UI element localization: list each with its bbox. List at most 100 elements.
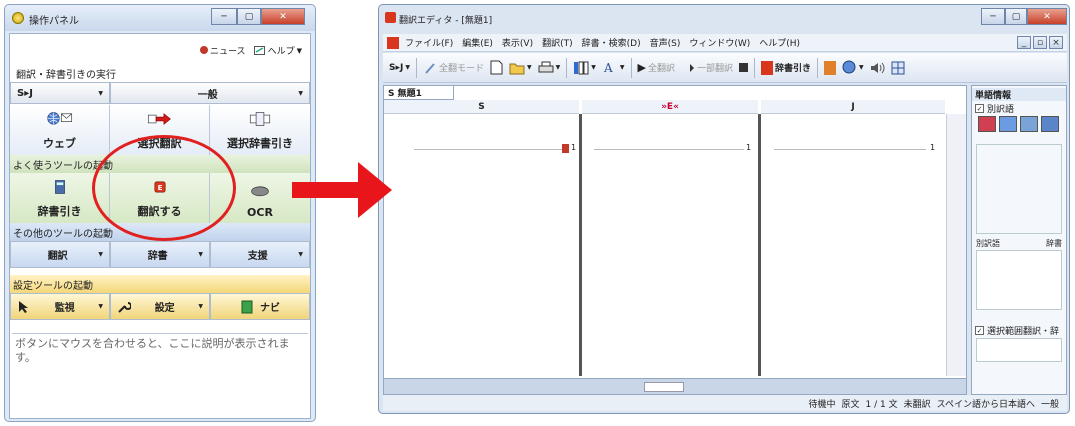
toolbar-separator [566,57,568,78]
grid-icon [891,61,905,74]
columns-icon [574,61,589,74]
mdi-minimize-button[interactable]: _ [1017,36,1031,49]
word-tool-icon[interactable] [999,116,1017,132]
editor-window-controls: ─ ▢ ✕ [981,8,1067,25]
partial-translate-button[interactable]: 一部翻訳 [681,58,733,78]
scanner-icon [251,186,269,197]
speaker-button[interactable] [870,58,885,78]
menu-translate[interactable]: 翻訳(T) [542,36,573,49]
font-button[interactable]: A ▼ [602,58,625,78]
sentence-line [414,149,564,150]
minimize-button[interactable]: ─ [211,8,237,25]
stop-button[interactable] [739,58,748,78]
partial-translate-icon [681,63,694,72]
alt-translation-check[interactable]: ✓ 別訳語 [972,102,1014,115]
vertical-scrollbar[interactable] [946,114,966,376]
other-buttons-row: 翻訳 ▼ 辞書 ▼ 支援 ▼ [10,241,310,268]
print-button[interactable]: ▼ [538,58,560,78]
document-area[interactable]: S 無題1 S »E« J 1 1 1 [383,85,967,395]
sentence-line [594,149,744,150]
translate-tools-menu[interactable]: 翻訳 ▼ [10,241,110,268]
web-button[interactable]: ウェブ [10,105,110,155]
checkbox[interactable]: ✓ [975,104,984,113]
full-translate-mode-button[interactable]: 全翻モード [423,58,484,78]
flag-button[interactable] [824,58,837,78]
dictionary-tools-menu[interactable]: 辞書 ▼ [110,241,210,268]
range-translate-box[interactable] [976,338,1062,362]
help-icon [253,46,265,55]
word-tool-icon[interactable] [978,116,996,132]
mdi-close-button[interactable]: × [1049,36,1063,49]
menu-edit[interactable]: 編集(E) [462,36,493,49]
play-icon: ▶ [637,61,646,74]
editor-close-button[interactable]: ✕ [1027,8,1067,25]
status-translation: 未翻訳 [903,399,931,410]
description-area: ボタンにマウスを合わせると、ここに説明が表示されます。 [12,333,308,416]
menu-help[interactable]: ヘルプ(H) [759,36,800,49]
monitor-menu[interactable]: 監視 ▼ [10,293,110,320]
open-button[interactable]: ▼ [509,58,532,78]
direction-select[interactable]: S▸J ▼ [10,82,110,104]
source-column-header: S [384,100,579,114]
full-translate-button[interactable]: ▶ 全翻訳 [638,58,675,78]
column-divider[interactable] [758,114,761,376]
web-mail-icon [46,112,72,125]
splitter-bar[interactable] [384,378,966,394]
word-tool-icon[interactable] [1041,116,1059,132]
globe-icon [842,60,856,74]
checkbox[interactable]: ✓ [975,326,984,335]
news-icon [200,46,208,54]
speaker-icon [870,62,885,73]
word-info-panel: 単語情報 ✓ 別訳語 別訳語 辞書 ✓ 選択範囲翻訳・辞 [971,85,1067,395]
highlight-ellipse [92,135,236,241]
status-sentence: 1 / 1 文 [865,399,898,410]
line-number: 1 [571,143,577,152]
translate-arrow-icon [147,113,171,125]
close-button[interactable]: ✕ [261,8,305,25]
support-tools-menu[interactable]: 支援 ▼ [210,241,310,268]
toolbar-separator [630,57,632,78]
menu-view[interactable]: 表示(V) [502,36,533,49]
word-tool-icon[interactable] [1020,116,1038,132]
editor-minimize-button[interactable]: ─ [981,8,1005,25]
menu-file[interactable]: ファイル(F) [405,36,453,49]
category-select[interactable]: 一般 ▼ [110,82,310,104]
dictionary-lookup-button[interactable]: 辞書引き [761,58,811,78]
menu-dictionary[interactable]: 辞書・検索(D) [582,36,641,49]
editor-app-icon [385,12,396,23]
column-divider[interactable] [579,114,582,376]
range-translate-check[interactable]: ✓ 選択範囲翻訳・辞 [972,324,1059,337]
word-info-title: 単語情報 [972,88,1066,101]
word-info-box [976,144,1062,234]
menu-voice[interactable]: 音声(S) [650,36,681,49]
navi-book-icon [241,300,253,313]
alt-translation-list[interactable] [976,250,1062,310]
menu-window[interactable]: ウィンドウ(W) [689,36,750,49]
arrow-head-icon [358,162,392,218]
toolbar-separator [754,57,755,78]
editor-maximize-button[interactable]: ▢ [1005,8,1027,25]
splitter-handle[interactable] [644,382,684,392]
new-document-button[interactable] [490,58,503,78]
app-icon [12,12,24,24]
status-state: 待機中 [808,399,836,410]
flag-icon [824,60,837,75]
web-button[interactable]: ▼ [842,58,864,78]
document-tab[interactable]: S 無題1 [384,86,454,100]
selection-dictionary-button[interactable]: 選択辞書引き [210,105,310,155]
grid-button[interactable] [891,58,905,78]
section-settings-title: 設定ツールの起動 [10,275,310,293]
wrench-icon [118,301,131,313]
help-link[interactable]: ヘルプ ▼ [253,44,302,57]
menu-app-icon [387,37,399,49]
sentence-line [774,149,926,150]
settings-menu[interactable]: 設定 ▼ [110,293,210,320]
direction-dropdown[interactable]: S▸J ▼ [389,58,410,78]
word-info-tools [978,116,1059,132]
news-link[interactable]: ニュース [200,44,246,57]
direction-row: S▸J ▼ 一般 ▼ [10,82,310,104]
mdi-restore-button[interactable]: ▫ [1033,36,1047,49]
navi-button[interactable]: ナビ [210,293,310,320]
maximize-button[interactable]: ▢ [237,8,261,25]
layout-button[interactable]: ▼ [573,58,596,78]
